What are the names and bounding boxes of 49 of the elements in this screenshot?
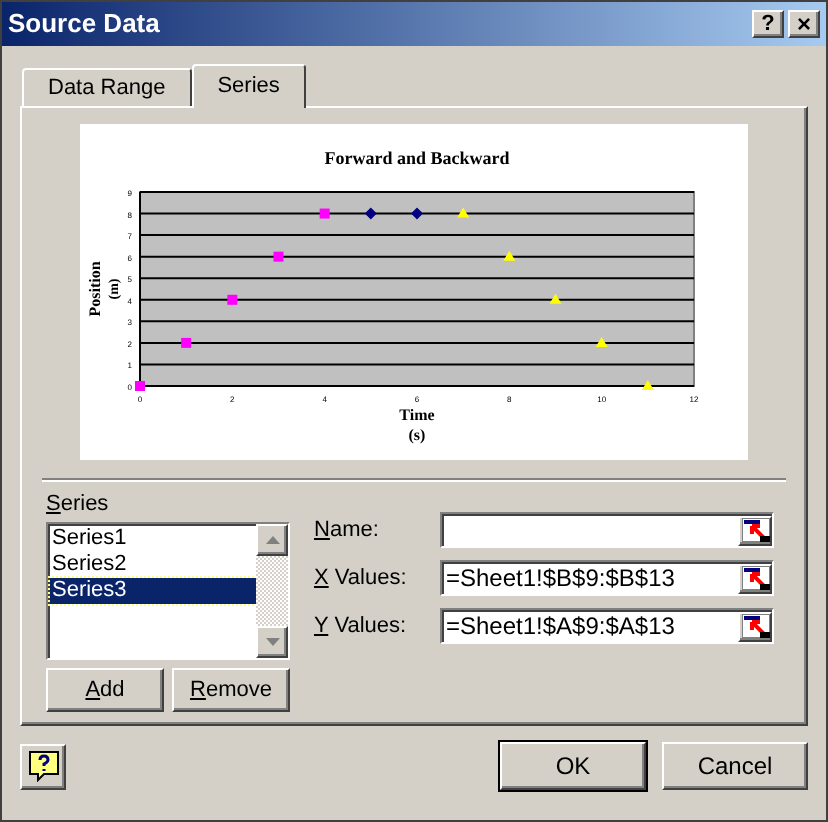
square-marker (227, 294, 238, 305)
series-action-button[interactable]: Add (46, 668, 164, 712)
range-select-icon (741, 566, 769, 590)
x-axis-title: Time (399, 406, 435, 424)
series-list[interactable]: Series1 Series2 Series3 (46, 522, 290, 660)
triangle-marker (595, 336, 608, 347)
close-button[interactable]: × (788, 10, 820, 38)
range-select-button[interactable] (738, 611, 772, 641)
help-icon-button[interactable] (20, 743, 66, 789)
scroll-down-button[interactable] (256, 626, 288, 658)
series-list-item[interactable]: Series2 (50, 552, 256, 578)
x-axis-unit: (s) (408, 426, 426, 444)
window-title: Source Data (8, 6, 162, 43)
triangle-marker (457, 207, 470, 218)
reference-field[interactable] (440, 512, 774, 548)
range-select-button[interactable] (738, 515, 772, 545)
series-label: Series (46, 490, 111, 518)
diamond-marker (364, 207, 377, 220)
up-arrow-icon (265, 536, 279, 544)
dialog-button[interactable]: Cancel (662, 742, 808, 790)
square-marker (181, 337, 192, 348)
help-balloon-icon (27, 750, 59, 782)
triangle-marker (549, 293, 562, 304)
chart-title: Forward and Backward (324, 148, 510, 168)
scroll-up-button[interactable] (256, 524, 288, 556)
range-select-icon (741, 518, 769, 542)
help-button[interactable]: ? (752, 10, 784, 38)
triangle-marker (641, 380, 654, 390)
square-marker (135, 381, 145, 391)
triangle-marker (503, 250, 516, 261)
reference-field[interactable]: =Sheet1!$B$9:$B$13 (440, 560, 774, 596)
field-label: Name: (314, 515, 381, 546)
field-label: Y Values: (314, 611, 409, 642)
range-select-button[interactable] (738, 563, 772, 593)
down-arrow-icon (265, 638, 279, 646)
reference-field[interactable]: =Sheet1!$A$9:$A$13 (440, 608, 774, 644)
series-list-item[interactable]: Series1 (50, 526, 256, 552)
diamond-marker (411, 207, 423, 220)
scrollbar[interactable] (256, 524, 288, 658)
field-label: X Values: (314, 563, 409, 594)
dialog-button[interactable]: OK (500, 742, 646, 790)
tab[interactable]: Series (191, 64, 306, 108)
range-select-icon (741, 614, 769, 638)
series-action-button[interactable]: Remove (172, 668, 290, 712)
square-marker (273, 251, 284, 262)
series-list-item[interactable]: Series3 (50, 578, 256, 604)
y-axis-title: Position (86, 261, 104, 317)
square-marker (319, 208, 330, 219)
tab[interactable]: Data Range (22, 68, 192, 106)
